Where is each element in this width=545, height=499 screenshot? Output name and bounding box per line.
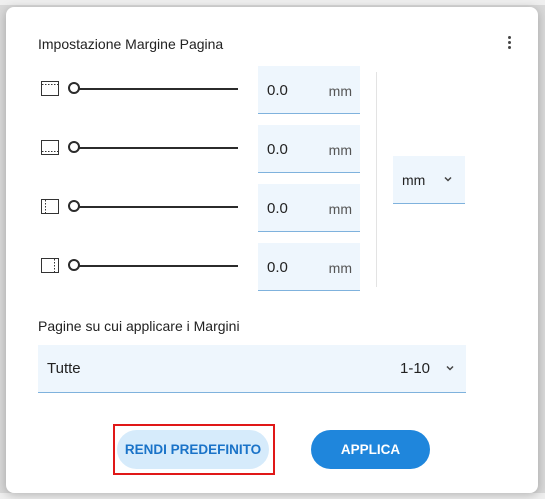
margin-top-icon bbox=[41, 81, 59, 96]
margin-right-unit: mm bbox=[328, 260, 352, 276]
page-margin-dialog: Impostazione Margine Pagina 0.0 mm 0.0 m… bbox=[6, 7, 538, 493]
unit-select[interactable]: mm bbox=[393, 156, 465, 204]
slider-thumb[interactable] bbox=[68, 200, 80, 212]
margin-left-icon bbox=[41, 199, 59, 214]
margin-bottom-slider[interactable] bbox=[68, 140, 238, 156]
margin-left-input[interactable]: 0.0 mm bbox=[258, 184, 360, 232]
margin-right-input[interactable]: 0.0 mm bbox=[258, 243, 360, 291]
margin-top-value: 0.0 bbox=[267, 82, 288, 99]
margin-right-icon bbox=[41, 258, 59, 273]
margin-bottom-unit: mm bbox=[328, 142, 352, 158]
margin-row-bottom: 0.0 mm bbox=[6, 125, 386, 173]
margin-top-unit: mm bbox=[328, 83, 352, 99]
margin-right-value: 0.0 bbox=[267, 259, 288, 276]
pages-label: Pagine su cui applicare i Margini bbox=[38, 318, 240, 334]
dialog-title: Impostazione Margine Pagina bbox=[38, 36, 224, 52]
margin-row-left: 0.0 mm bbox=[6, 184, 386, 232]
pages-select[interactable]: Tutte 1-10 bbox=[38, 345, 466, 393]
margin-row-top: 0.0 mm bbox=[6, 66, 386, 114]
chevron-down-icon bbox=[444, 176, 452, 182]
apply-button[interactable]: APPLICA bbox=[311, 430, 430, 469]
margin-right-slider[interactable] bbox=[68, 258, 238, 274]
pages-select-value: Tutte bbox=[47, 360, 81, 377]
background-panel bbox=[0, 0, 545, 5]
margin-row-right: 0.0 mm bbox=[6, 243, 386, 291]
make-default-button[interactable]: RENDI PREDEFINITO bbox=[117, 430, 269, 469]
margin-left-value: 0.0 bbox=[267, 200, 288, 217]
slider-thumb[interactable] bbox=[68, 141, 80, 153]
pages-range: 1-10 bbox=[400, 360, 431, 377]
margin-bottom-icon bbox=[41, 140, 59, 155]
unit-select-value: mm bbox=[402, 172, 426, 188]
margin-bottom-input[interactable]: 0.0 mm bbox=[258, 125, 360, 173]
background-panel bbox=[0, 493, 545, 499]
slider-thumb[interactable] bbox=[68, 259, 80, 271]
margin-top-input[interactable]: 0.0 mm bbox=[258, 66, 360, 114]
vertical-divider bbox=[376, 72, 377, 287]
chevron-down-icon bbox=[446, 365, 454, 371]
margin-left-unit: mm bbox=[328, 201, 352, 217]
margin-bottom-value: 0.0 bbox=[267, 141, 288, 158]
margin-top-slider[interactable] bbox=[68, 81, 238, 97]
slider-thumb[interactable] bbox=[68, 82, 80, 94]
margin-left-slider[interactable] bbox=[68, 199, 238, 215]
more-options-icon[interactable] bbox=[503, 36, 515, 52]
